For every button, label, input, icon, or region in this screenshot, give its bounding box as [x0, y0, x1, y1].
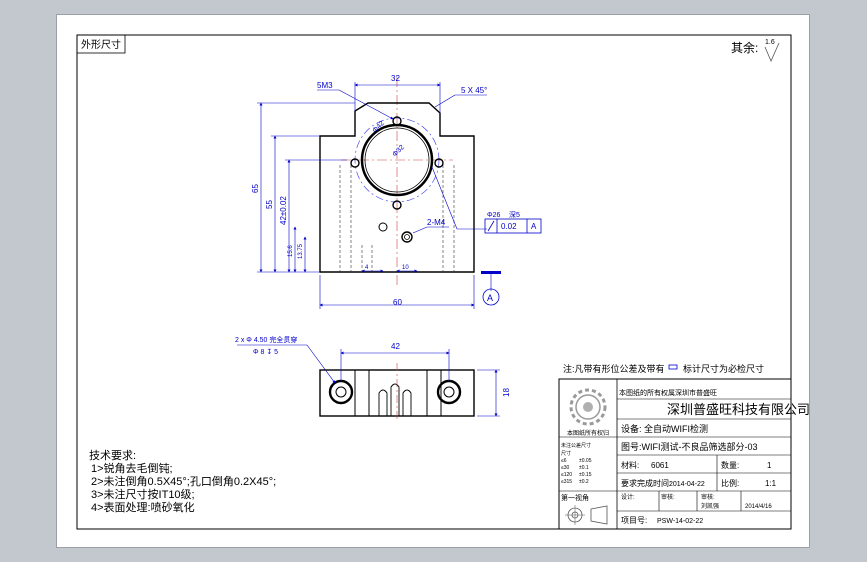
gdt-depth: 深5 [509, 210, 520, 219]
qty-label: 数量: [721, 460, 739, 470]
datum-triangle [481, 271, 501, 274]
tech-notes: 技术要求: 1>锐角去毛倒钝; 2>未注倒角0.5X45°;孔口倒角0.2X45… [89, 449, 276, 514]
device-line: 设备: 全自动WIFI检测 [621, 423, 708, 434]
qty: 1 [767, 461, 772, 470]
hole-top-note: 5M3 [317, 81, 333, 90]
project-label: 项目号: [621, 516, 647, 525]
bottom-height: 18 [502, 388, 511, 397]
sign-date: 2014/4/16 [745, 504, 772, 510]
date: 2014-04-22 [669, 481, 705, 488]
dim-h-55: 55 [265, 200, 274, 209]
remaining-label: 其余: [731, 40, 758, 55]
dim-top-width: 32 [391, 74, 400, 83]
material: 6061 [651, 461, 669, 470]
angle-label: 第一视角 [561, 493, 589, 502]
chamfer-note: 5 X 45° [461, 86, 487, 95]
ownership-notice: 本图纸所有权归 [567, 429, 609, 437]
project: PSW-14-02-22 [657, 518, 703, 525]
approve-label: 审核: [701, 493, 715, 501]
hole-m4-note: 2-M4 [427, 218, 446, 227]
dim-h-65: 65 [251, 184, 260, 193]
dim-base-width: 60 [393, 298, 402, 307]
drawing-canvas: 外形尺寸 其余: 1.6 A 0.02 A Φ26 深5 32 5 X 45° … [76, 34, 810, 530]
bottom-view: 42 18 2 x Φ 4.50 完全贯穿 Φ 8 ↧ 5 [235, 335, 511, 421]
check-label: 审核: [661, 493, 675, 501]
tol-val-3: ±0.2 [579, 479, 589, 485]
tol-row-2: ≤30 [561, 465, 570, 471]
scale: 1:1 [765, 479, 777, 488]
tol-row-1: ≤6 [561, 458, 567, 464]
tol-header: 未注公差尺寸 [561, 442, 591, 449]
title-block: 注:凡带有形位公差及带有 标计尺寸为必检尺寸 本图纸所有权归 本图纸的所有权属深… [558, 363, 810, 530]
hole-callout-2: Φ 8 ↧ 5 [253, 348, 278, 356]
gdt-tol: 0.02 [501, 222, 517, 231]
gdt-dia: Φ26 [487, 212, 500, 219]
notes-heading: 技术要求: [89, 449, 136, 462]
gdt-datum: A [531, 222, 537, 231]
note-2: 2>未注倒角0.5X45°;孔口倒角0.2X45°; [91, 474, 276, 488]
bore-dia: Φ32 [391, 144, 405, 158]
material-label: 材料: [621, 460, 639, 470]
tol-row-4: ≤315 [561, 479, 572, 485]
design-label: 设计: [621, 493, 635, 501]
dim-small-10: 10 [402, 265, 409, 271]
surface-mark: 1.6 [765, 39, 775, 46]
projection-symbol [565, 505, 608, 525]
datum-letter: A [487, 293, 493, 303]
dim-h-156: 15.6 [288, 245, 294, 257]
tol-val-2: ±0.15 [579, 472, 592, 478]
tol-row-3: ≤120 [561, 472, 572, 478]
front-view: A 0.02 A Φ26 深5 32 5 X 45° 5M3 60 2-M4 4… [251, 74, 542, 309]
note-line-2: 标计尺寸为必检尺寸 [683, 363, 764, 374]
dim-h-42: 42±0.02 [279, 196, 288, 225]
bottom-width: 42 [391, 342, 400, 351]
company-name: 深圳普盛旺科技有限公司 [667, 402, 809, 417]
tol-row-0: 尺寸 [561, 450, 571, 457]
note-4: 4>表面处理:喷砂氧化 [91, 500, 195, 514]
sign-name: 刘凯强 [701, 502, 719, 510]
corner-label: 外形尺寸 [81, 38, 121, 51]
note-line: 注:凡带有形位公差及带有 [563, 363, 665, 374]
drawing-sheet: 外形尺寸 其余: 1.6 A 0.02 A Φ26 深5 32 5 X 45° … [56, 14, 810, 548]
note-3: 3>未注尺寸按IT10级; [91, 487, 195, 501]
bottom-outline [319, 369, 475, 417]
dim-h-1375: 13.75 [298, 243, 304, 259]
tol-val-0: ±0.05 [579, 458, 592, 464]
note-1: 1>锐角去毛倒钝; [91, 461, 173, 475]
garbled-line: 本图纸的所有权属深圳市普盛旺 [619, 388, 717, 397]
tol-val-1: ±0.1 [579, 465, 589, 471]
hole-callout: 2 x Φ 4.50 完全贯穿 [235, 335, 297, 344]
date-label: 要求完成时间: [621, 478, 671, 488]
tolerance-table: 未注公差尺寸 尺寸 ≤6 ≤30 ≤120 ≤315 ±0.05 ±0.1 ±0… [561, 442, 592, 485]
company-logo [569, 388, 607, 426]
dim-small-4: 4 [365, 265, 369, 271]
drawing-no: 图号:WIFI测试-不良品筛选部分-03 [621, 441, 758, 452]
scale-label: 比例: [721, 478, 739, 488]
